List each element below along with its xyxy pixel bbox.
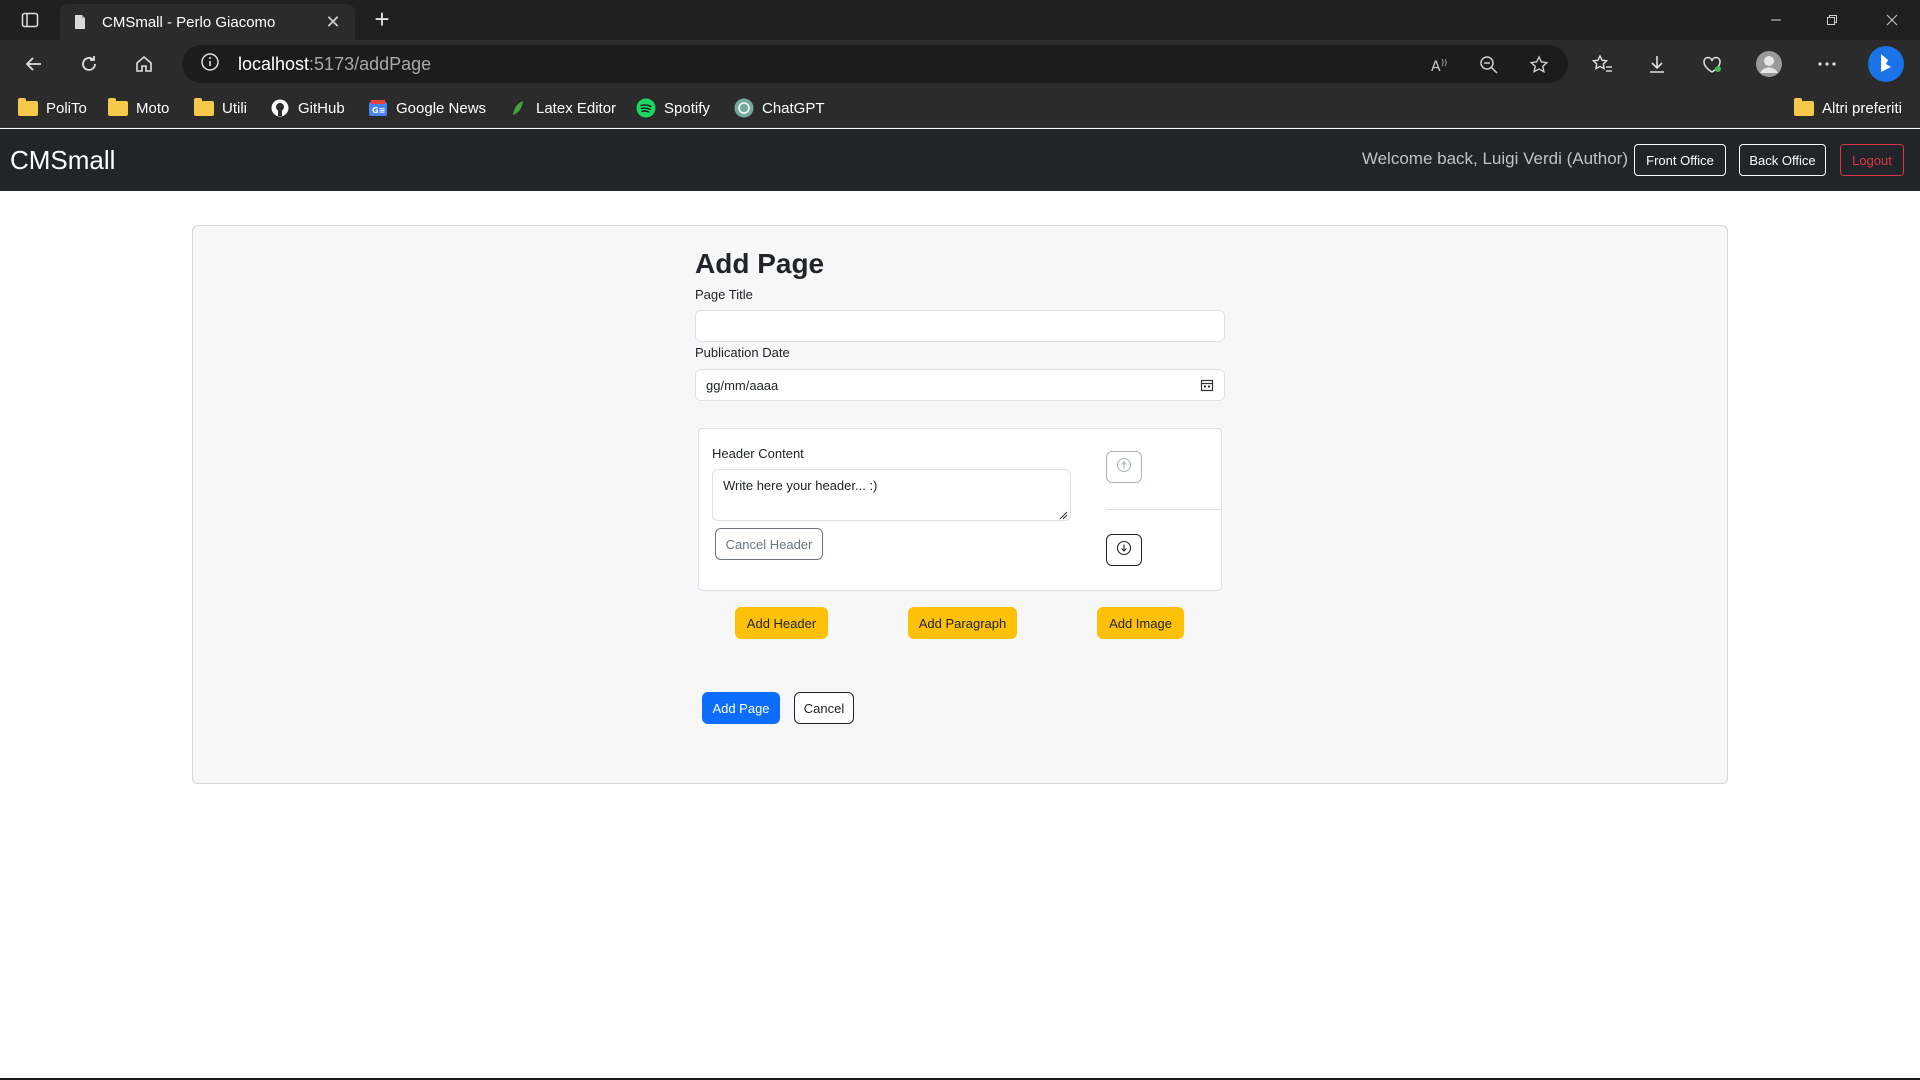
site-info-icon[interactable] [200, 52, 220, 77]
new-tab-icon[interactable]: + [368, 6, 396, 34]
spotify-icon [636, 98, 656, 118]
bookmark-label: Google News [396, 99, 487, 117]
chatgpt-icon [734, 98, 754, 118]
resize-grip-icon[interactable] [1058, 508, 1068, 520]
add-image-button[interactable]: Add Image [1097, 607, 1184, 639]
bookmark-label: Utili [222, 99, 247, 117]
publication-date-input[interactable]: gg/mm/aaaa [695, 369, 1225, 401]
folder-icon [194, 97, 214, 117]
bookmark-google-news[interactable]: G≡ Google News [368, 96, 486, 120]
svg-text:)): )) [1441, 58, 1447, 67]
tab-strip: CMSmall - Perlo Giacomo ✕ + [0, 0, 1920, 40]
cancel-header-button[interactable]: Cancel Header [715, 528, 823, 560]
home-icon[interactable] [128, 48, 160, 80]
bookmark-other-favorites[interactable]: Altri preferiti [1794, 96, 1902, 120]
header-content-label: Header Content [712, 446, 804, 461]
tab-close-icon[interactable]: ✕ [323, 12, 343, 33]
page-title-label: Page Title [695, 287, 753, 302]
restore-icon[interactable] [1804, 0, 1860, 40]
bookmark-label: Spotify [664, 99, 710, 117]
move-up-button[interactable] [1106, 451, 1142, 483]
header-block: Header Content Write here your header...… [698, 428, 1222, 591]
minimize-icon[interactable] [1748, 0, 1804, 40]
front-office-button[interactable]: Front Office [1634, 144, 1726, 176]
browser-essentials-icon[interactable] [1696, 48, 1728, 80]
bookmark-latex-editor[interactable]: Latex Editor [508, 96, 616, 120]
bookmark-moto[interactable]: Moto [108, 96, 169, 120]
header-content-placeholder: Write here your header... :) [723, 478, 878, 493]
github-icon [270, 99, 290, 117]
bookmark-spotify[interactable]: Spotify [636, 96, 710, 120]
publication-date-value: gg/mm/aaaa [706, 377, 779, 393]
latex-icon [508, 99, 528, 117]
svg-text:G≡: G≡ [372, 106, 385, 115]
address-bar[interactable]: localhost:5173/addPage A)) [182, 45, 1568, 83]
bookmark-chatgpt[interactable]: ChatGPT [734, 96, 825, 120]
bookmark-label: ChatGPT [762, 99, 825, 117]
logout-button[interactable]: Logout [1840, 144, 1904, 176]
tab-title: CMSmall - Perlo Giacomo [102, 13, 276, 31]
favorites-icon[interactable] [1586, 48, 1618, 80]
bookmark-polito[interactable]: PoliTo [18, 96, 87, 120]
profile-avatar-icon[interactable] [1753, 48, 1785, 80]
block-divider [1106, 509, 1222, 510]
reload-icon[interactable] [73, 48, 105, 80]
bookmark-label: GitHub [298, 99, 345, 117]
bookmark-github[interactable]: GitHub [270, 96, 345, 120]
page-title: Add Page [695, 248, 825, 279]
back-office-button[interactable]: Back Office [1739, 144, 1826, 176]
tab-actions-icon[interactable] [16, 8, 44, 32]
bookmark-utili[interactable]: Utili [194, 96, 247, 120]
zoom-out-icon[interactable] [1478, 54, 1500, 76]
add-header-button[interactable]: Add Header [735, 607, 828, 639]
welcome-message: Welcome back, Luigi Verdi (Author) [1361, 149, 1628, 168]
bookmark-label: PoliTo [46, 99, 87, 117]
page-favicon-icon [72, 14, 88, 30]
app-navbar: CMSmall Welcome back, Luigi Verdi (Autho… [0, 129, 1920, 191]
calendar-icon[interactable] [1200, 378, 1214, 392]
folder-icon [18, 97, 38, 117]
google-news-icon: G≡ [368, 99, 388, 117]
svg-text:A: A [1431, 59, 1441, 75]
read-aloud-icon[interactable]: A)) [1428, 54, 1450, 76]
downloads-icon[interactable] [1641, 48, 1673, 80]
publication-date-label: Publication Date [695, 345, 790, 360]
brand-title[interactable]: CMSmall [10, 145, 115, 176]
add-page-submit-button[interactable]: Add Page [702, 692, 780, 724]
add-paragraph-button[interactable]: Add Paragraph [908, 607, 1017, 639]
bookmark-label: Latex Editor [536, 99, 617, 117]
page-title-input[interactable] [695, 310, 1225, 342]
arrow-up-circle-icon [1116, 457, 1132, 478]
bookmark-label: Altri preferiti [1822, 99, 1903, 117]
arrow-down-circle-icon [1116, 540, 1132, 561]
folder-icon [1794, 97, 1814, 117]
back-icon[interactable] [18, 48, 50, 80]
cancel-button[interactable]: Cancel [794, 692, 854, 724]
favorite-star-icon[interactable] [1528, 54, 1550, 76]
url-host: localhost [238, 53, 310, 74]
header-content-textarea[interactable]: Write here your header... :) [712, 469, 1071, 521]
close-window-icon[interactable] [1864, 0, 1920, 40]
browser-toolbar: localhost:5173/addPage A)) [0, 40, 1920, 88]
folder-icon [108, 97, 128, 117]
url-path: :5173/addPage [309, 53, 432, 74]
bookmarks-bar: PoliTo Moto Utili GitHub G≡ Google News [0, 88, 1920, 128]
bookmark-label: Moto [136, 99, 170, 117]
browser-chrome: CMSmall - Perlo Giacomo ✕ + localhost:51… [0, 0, 1920, 128]
more-options-icon[interactable] [1811, 48, 1843, 80]
browser-tab-active[interactable]: CMSmall - Perlo Giacomo ✕ [60, 4, 355, 40]
move-down-button[interactable] [1106, 534, 1142, 566]
bing-copilot-icon[interactable] [1866, 44, 1906, 84]
